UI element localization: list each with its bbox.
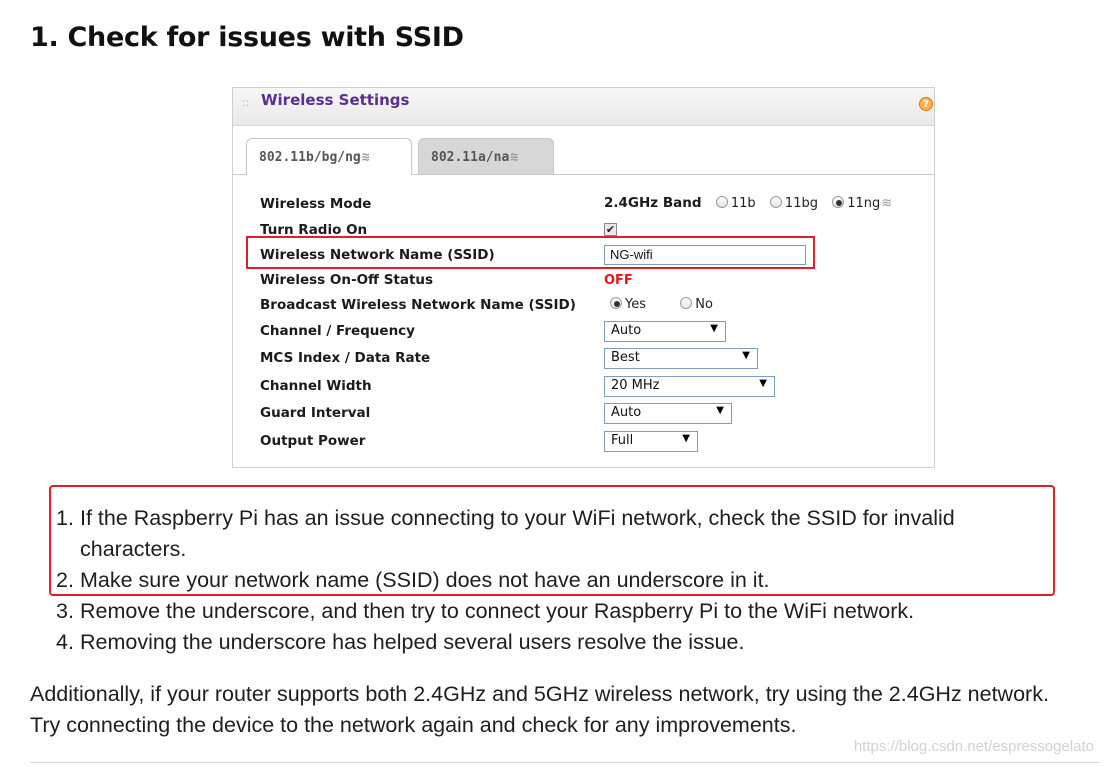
list-item: 3. Remove the underscore, and then try to… bbox=[56, 596, 1046, 627]
field-label: Guard Interval bbox=[260, 405, 371, 421]
field-label: Wireless Network Name (SSID) bbox=[260, 247, 495, 263]
list-text: Make sure your network name (SSID) does … bbox=[80, 568, 770, 592]
mode-11bg-radio[interactable] bbox=[769, 196, 782, 208]
help-icon[interactable]: ? bbox=[919, 97, 933, 111]
tab-80211bgng[interactable]: 802.11b/bg/ng≋ bbox=[246, 138, 412, 175]
field-label: Channel Width bbox=[260, 378, 372, 394]
section-heading: 1. Check for issues with SSID bbox=[30, 22, 464, 53]
select-value: Auto bbox=[611, 405, 642, 420]
row-channel-width: Channel Width 20 MHz ▼ bbox=[260, 376, 920, 397]
chevron-down-icon: ▼ bbox=[682, 433, 690, 444]
broadcast-option-label: No bbox=[695, 297, 713, 312]
list-number: 1. bbox=[56, 506, 74, 530]
wifi-signal-icon: ≋ bbox=[510, 150, 519, 165]
list-number: 3. bbox=[56, 599, 74, 623]
row-ssid: Wireless Network Name (SSID) NG-wifi bbox=[260, 245, 920, 265]
steps-list: 1. If the Raspberry Pi has an issue conne… bbox=[56, 503, 1046, 658]
list-item: 2. Make sure your network name (SSID) doe… bbox=[56, 565, 1046, 596]
divider bbox=[30, 762, 1100, 763]
broadcast-option-label: Yes bbox=[625, 297, 646, 312]
field-label: Wireless Mode bbox=[260, 196, 372, 212]
list-number: 2. bbox=[56, 568, 74, 592]
wifi-signal-icon: ≋ bbox=[361, 150, 370, 165]
select-value: Full bbox=[611, 433, 634, 448]
select-value: Auto bbox=[611, 323, 642, 338]
mode-option-label: 11bg bbox=[784, 196, 818, 211]
panel-header: :: Wireless Settings ? bbox=[233, 88, 934, 126]
tab-label: 802.11b/bg/ng bbox=[259, 150, 361, 165]
chevron-down-icon: ▼ bbox=[742, 350, 750, 361]
field-label: Output Power bbox=[260, 433, 366, 449]
mode-11b-radio[interactable] bbox=[715, 196, 728, 208]
row-on-off-status: Wireless On-Off Status OFF bbox=[260, 270, 920, 290]
chevron-down-icon: ▼ bbox=[759, 378, 767, 389]
watermark-url: https://blog.csdn.net/espressogelato bbox=[853, 738, 1094, 755]
list-text: Removing the underscore has helped sever… bbox=[80, 630, 745, 654]
mcs-index-select[interactable]: Best ▼ bbox=[604, 348, 758, 369]
channel-select[interactable]: Auto ▼ bbox=[604, 321, 726, 342]
field-label: MCS Index / Data Rate bbox=[260, 350, 431, 366]
list-number: 4. bbox=[56, 630, 74, 654]
output-power-select[interactable]: Full ▼ bbox=[604, 431, 698, 452]
chevron-down-icon: ▼ bbox=[716, 405, 724, 416]
list-text: If the Raspberry Pi has an issue connect… bbox=[80, 506, 955, 561]
row-broadcast-ssid: Broadcast Wireless Network Name (SSID) Y… bbox=[260, 295, 920, 315]
chevron-down-icon: ▼ bbox=[710, 323, 718, 334]
list-item: 1. If the Raspberry Pi has an issue conne… bbox=[56, 503, 1046, 565]
field-label: Channel / Frequency bbox=[260, 323, 415, 339]
mode-option-label: 11ng bbox=[847, 196, 881, 211]
select-value: Best bbox=[611, 350, 640, 365]
row-output-power: Output Power Full ▼ bbox=[260, 431, 920, 452]
list-item: 4. Removing the underscore has helped sev… bbox=[56, 627, 1046, 658]
broadcast-no-radio[interactable] bbox=[680, 297, 693, 309]
row-mcs-index: MCS Index / Data Rate Best ▼ bbox=[260, 348, 920, 369]
guard-interval-select[interactable]: Auto ▼ bbox=[604, 403, 732, 424]
mode-11ng-radio[interactable] bbox=[832, 196, 845, 208]
tab-label: 802.11a/na bbox=[431, 150, 510, 165]
router-settings-screenshot: :: Wireless Settings ? 802.11b/bg/ng≋ 80… bbox=[232, 87, 935, 468]
row-guard-interval: Guard Interval Auto ▼ bbox=[260, 403, 920, 424]
turn-radio-on-checkbox[interactable]: ✔ bbox=[604, 223, 617, 236]
wifi-signal-icon: ≋ bbox=[881, 196, 893, 211]
row-wireless-mode: Wireless Mode 2.4GHz Band 11b 11bg 11ng≋ bbox=[260, 194, 920, 214]
drag-grip-icon[interactable]: :: bbox=[242, 96, 249, 109]
mode-option-label: 11b bbox=[730, 196, 756, 211]
field-label: Turn Radio On bbox=[260, 222, 368, 238]
broadcast-yes-radio[interactable] bbox=[610, 297, 622, 309]
wireless-status-value: OFF bbox=[604, 273, 633, 288]
row-channel: Channel / Frequency Auto ▼ bbox=[260, 321, 920, 342]
band-label: 2.4GHz Band bbox=[604, 195, 702, 211]
field-label: Wireless On-Off Status bbox=[260, 272, 434, 288]
list-text: Remove the underscore, and then try to c… bbox=[80, 599, 915, 623]
select-value: 20 MHz bbox=[611, 378, 660, 393]
panel-title: Wireless Settings bbox=[261, 91, 410, 109]
additional-paragraph: Additionally, if your router supports bo… bbox=[30, 682, 1049, 737]
tab-80211ana[interactable]: 802.11a/na≋ bbox=[418, 138, 554, 174]
ssid-input[interactable]: NG-wifi bbox=[604, 245, 806, 265]
settings-form: Wireless Mode 2.4GHz Band 11b 11bg 11ng≋… bbox=[233, 174, 934, 467]
field-label: Broadcast Wireless Network Name (SSID) bbox=[260, 297, 576, 313]
row-turn-radio-on: Turn Radio On ✔ bbox=[260, 220, 920, 240]
channel-width-select[interactable]: 20 MHz ▼ bbox=[604, 376, 775, 397]
